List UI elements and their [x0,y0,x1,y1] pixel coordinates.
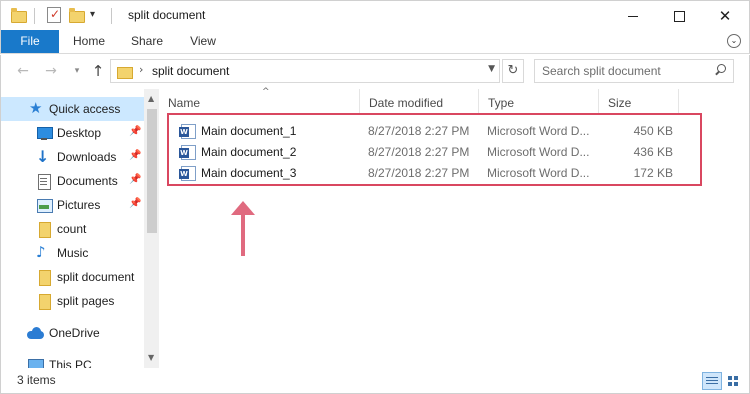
nav-item-label: Desktop [57,126,102,140]
music-icon: ♪ [36,243,46,261]
properties-icon[interactable]: ✓ [47,7,61,23]
window-title: split document [128,8,206,22]
scroll-up-icon[interactable]: ▲ [148,94,154,103]
maximize-button[interactable] [656,1,702,31]
new-folder-icon[interactable] [69,8,85,23]
pin-icon[interactable]: 📌 [129,198,141,209]
tab-share[interactable]: Share [119,30,175,53]
column-header-label: Name [168,96,201,110]
search-input[interactable] [535,60,705,82]
nav-item-onedrive[interactable]: OneDrive [1,321,144,345]
onedrive-icon [27,325,44,341]
toolbar-separator [34,8,35,24]
forward-arrow-icon[interactable]: → [41,61,61,81]
nav-item-split-document[interactable]: split document [1,265,144,289]
scroll-down-icon[interactable]: ▼ [148,353,154,362]
folder-icon [11,8,27,23]
this-pc-icon [27,357,44,368]
tab-file[interactable]: File [1,30,59,53]
breadcrumb-chevron-icon[interactable]: › [139,63,143,76]
pictures-icon [36,197,53,213]
sort-ascending-icon: ^ [262,87,270,97]
nav-item-downloads[interactable]: ↓ Downloads 📌 [1,145,144,169]
navigation-pane: ★ Quick access Desktop 📌 ↓ Downloads 📌 D… [0,89,159,368]
title-bar: ✓ ▾ split document ✕ [0,0,750,30]
navigation-pane-scrollbar[interactable]: ▲ ▼ [144,89,159,368]
pin-icon[interactable]: 📌 [129,126,141,137]
tab-home[interactable]: Home [59,30,119,53]
address-bar[interactable]: › split document ▼ [110,59,500,83]
nav-item-pictures[interactable]: Pictures 📌 [1,193,144,217]
column-header-date-modified[interactable]: Date modified [360,89,479,115]
star-icon: ★ [29,99,43,117]
large-icons-view-icon[interactable] [724,372,744,390]
window-border [734,89,750,368]
scrollbar-thumb[interactable] [147,109,157,233]
documents-icon [36,173,52,190]
download-icon: ↓ [36,147,50,166]
nav-item-desktop[interactable]: Desktop 📌 [1,121,144,145]
ribbon-tabs: File Home Share View ⌄ [0,30,750,54]
column-header-type[interactable]: Type [479,89,599,115]
pin-icon[interactable]: 📌 [129,150,141,161]
desktop-icon [36,125,53,141]
column-header-label: Type [488,96,515,110]
folder-icon [36,293,52,310]
toolbar-separator [111,8,112,24]
close-button[interactable]: ✕ [702,1,748,31]
nav-item-quick-access[interactable]: ★ Quick access [1,97,144,121]
tab-view[interactable]: View [175,30,231,53]
nav-item-label: OneDrive [49,326,100,340]
breadcrumb-current[interactable]: split document [152,64,229,78]
highlight-box [167,113,702,186]
folder-icon [117,65,133,79]
annotation-arrow-shaft [241,213,245,256]
nav-item-label: count [57,222,87,236]
nav-item-label: Downloads [57,150,117,164]
back-arrow-icon[interactable]: ← [13,61,33,81]
expand-ribbon-icon[interactable]: ⌄ [727,34,741,48]
nav-item-label: Quick access [49,102,121,116]
column-header-size[interactable]: Size [599,89,679,115]
nav-item-label: Pictures [57,198,101,212]
recent-locations-icon[interactable]: ▾ [67,61,87,81]
navigation-bar: ← → ▾ ↑ › split document ▼ ↻ [0,55,750,89]
nav-item-label: This PC [49,358,92,368]
item-count: 3 items [17,373,56,387]
nav-item-documents[interactable]: Documents 📌 [1,169,144,193]
search-icon[interactable] [713,63,727,77]
pin-icon[interactable]: 📌 [129,174,141,185]
nav-item-this-pc[interactable]: This PC [1,353,144,368]
file-list: Name ^ Date modified Type Size Main docu… [159,87,734,368]
nav-item-split-pages[interactable]: split pages [1,289,144,313]
folder-icon [36,269,52,286]
folder-icon [36,221,52,238]
column-header-label: Date modified [369,96,444,110]
nav-item-label: Documents [57,174,118,188]
nav-item-count[interactable]: count [1,217,144,241]
nav-item-label: Music [57,246,89,260]
customize-toolbar-dropdown-icon[interactable]: ▾ [90,9,95,20]
nav-item-music[interactable]: ♪ Music [1,241,144,265]
refresh-icon[interactable]: ↻ [502,59,524,83]
nav-item-label: split document [57,270,135,284]
minimize-button[interactable] [610,1,656,31]
status-bar: 3 items [0,368,750,394]
address-dropdown-icon[interactable]: ▼ [488,64,495,74]
column-header-label: Size [608,96,632,110]
column-header-name[interactable]: Name ^ [159,87,360,115]
details-view-icon[interactable] [702,372,722,390]
up-arrow-icon[interactable]: ↑ [88,61,108,81]
search-box[interactable] [534,59,734,83]
annotation-arrow [231,201,255,257]
nav-item-label: split pages [57,294,115,308]
